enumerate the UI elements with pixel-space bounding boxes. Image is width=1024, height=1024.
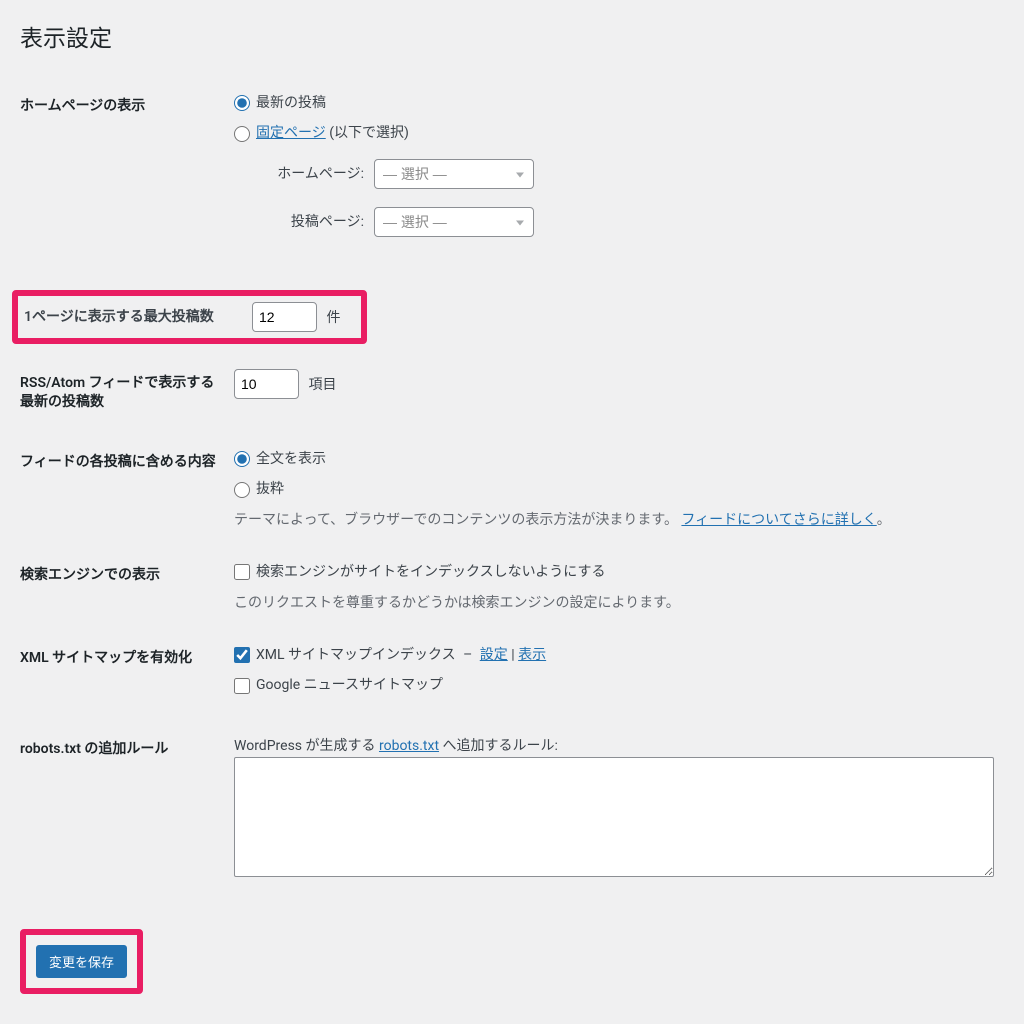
feed-content-label: フィードの各投稿に含める内容	[20, 433, 234, 546]
homepage-select-label: ホームページ:	[254, 163, 364, 185]
radio-homepage-static-label: 固定ページ (以下で選択)	[256, 122, 409, 144]
postspage-select-label: 投稿ページ:	[254, 211, 364, 233]
radio-feed-full[interactable]	[234, 451, 250, 467]
sitemap-view-link[interactable]: 表示	[518, 647, 546, 663]
homepage-display-label: ホームページの表示	[20, 77, 234, 270]
checkbox-google-news-sitemap-label: Google ニュースサイトマップ	[256, 674, 443, 696]
robots-rules-textarea[interactable]	[234, 757, 994, 877]
radio-homepage-latest-label: 最新の投稿	[256, 92, 326, 114]
search-engine-label: 検索エンジンでの表示	[20, 546, 234, 629]
radio-feed-full-label: 全文を表示	[256, 448, 326, 470]
homepage-select[interactable]: — 選択 —	[374, 159, 534, 189]
checkbox-sitemap-index[interactable]	[234, 647, 250, 663]
feed-content-note: テーマによって、ブラウザーでのコンテンツの表示方法が決まります。 フィードについ…	[234, 509, 994, 531]
save-highlight: 変更を保存	[20, 929, 143, 994]
postspage-select[interactable]: — 選択 —	[374, 207, 534, 237]
xml-sitemap-label: XML サイトマップを有効化	[20, 629, 234, 720]
static-page-link[interactable]: 固定ページ	[256, 125, 326, 141]
sitemap-settings-link[interactable]: 設定	[480, 647, 508, 663]
search-engine-note: このリクエストを尊重するかどうかは検索エンジンの設定によります。	[234, 592, 994, 614]
rss-count-unit: 項目	[308, 377, 336, 393]
static-page-suffix: (以下で選択)	[326, 125, 409, 141]
feed-learn-more-link[interactable]: フィードについてさらに詳しく	[681, 512, 876, 528]
checkbox-discourage-search[interactable]	[234, 564, 250, 580]
checkbox-sitemap-index-label: XML サイトマップインデックス – 設定 | 表示	[256, 644, 546, 666]
rss-count-label: RSS/Atom フィードで表示する最新の投稿数	[20, 354, 234, 433]
posts-per-page-unit: 件	[326, 310, 340, 326]
robots-txt-link[interactable]: robots.txt	[379, 738, 439, 754]
checkbox-google-news-sitemap[interactable]	[234, 678, 250, 694]
rss-count-input[interactable]	[234, 369, 299, 399]
robots-desc: WordPress が生成する robots.txt へ追加するルール:	[234, 735, 994, 757]
save-button[interactable]: 変更を保存	[36, 945, 127, 978]
robots-label: robots.txt の追加ルール	[20, 720, 234, 900]
posts-per-page-label: 1ページに表示する最大投稿数	[18, 306, 252, 328]
radio-feed-excerpt-label: 抜粋	[256, 478, 284, 500]
radio-homepage-latest[interactable]	[234, 95, 250, 111]
checkbox-discourage-search-label: 検索エンジンがサイトをインデックスしないようにする	[256, 561, 605, 583]
posts-per-page-input[interactable]	[252, 302, 317, 332]
page-title: 表示設定	[20, 10, 1004, 57]
radio-homepage-static[interactable]	[234, 126, 250, 142]
radio-feed-excerpt[interactable]	[234, 482, 250, 498]
